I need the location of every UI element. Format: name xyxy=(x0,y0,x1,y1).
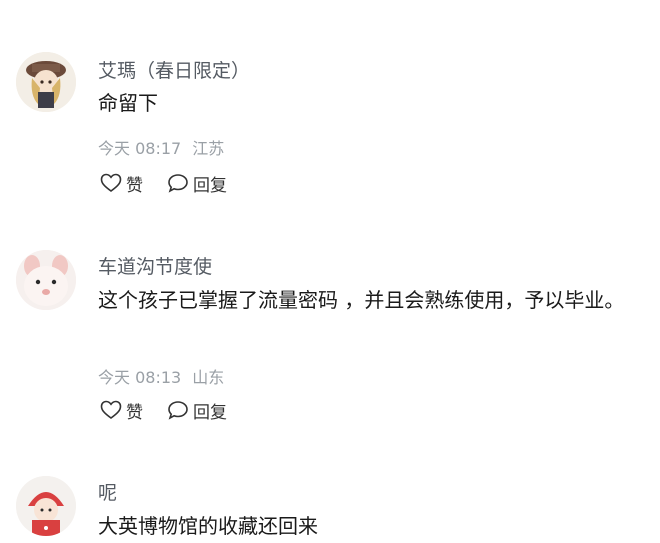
comment-time: 今天 08:17 xyxy=(98,139,182,158)
reply-label: 回复 xyxy=(193,402,227,423)
username[interactable]: 车道沟节度使 xyxy=(98,252,212,279)
reply-bubble-icon xyxy=(168,401,188,420)
comment-actions: 赞 回复 xyxy=(100,397,251,423)
comment-text: 命留下 xyxy=(98,91,158,115)
reply-button[interactable]: 回复 xyxy=(167,398,227,423)
comment-time: 今天 08:13 xyxy=(98,368,182,387)
avatar-image xyxy=(16,250,76,310)
like-button[interactable]: 赞 xyxy=(100,171,143,196)
avatar[interactable] xyxy=(16,476,76,536)
comment-location: 江苏 xyxy=(192,139,225,158)
like-label: 赞 xyxy=(126,175,143,196)
avatar-image xyxy=(16,52,76,112)
comment-text: 这个孩子已掌握了流量密码 ，并且会熟练使用，予以毕业。 xyxy=(98,288,625,312)
username[interactable]: 呢 xyxy=(98,478,117,505)
username[interactable]: 艾瑪（春日限定） xyxy=(98,56,250,83)
avatar-image xyxy=(16,476,76,536)
comment-location: 山东 xyxy=(192,368,225,387)
heart-icon xyxy=(100,173,122,192)
reply-label: 回复 xyxy=(193,175,227,196)
comment-meta: 今天 08:13 山东 xyxy=(98,364,230,388)
avatar[interactable] xyxy=(16,250,76,310)
avatar[interactable] xyxy=(16,52,76,112)
like-label: 赞 xyxy=(126,402,143,423)
like-button[interactable]: 赞 xyxy=(100,398,143,423)
comment-meta: 今天 08:17 江苏 xyxy=(98,135,230,159)
reply-bubble-icon xyxy=(168,174,188,193)
reply-button[interactable]: 回复 xyxy=(167,171,227,196)
comment-text: 大英博物馆的收藏还回来 xyxy=(98,514,318,538)
comment-actions: 赞 回复 xyxy=(100,170,251,196)
heart-icon xyxy=(100,400,122,419)
